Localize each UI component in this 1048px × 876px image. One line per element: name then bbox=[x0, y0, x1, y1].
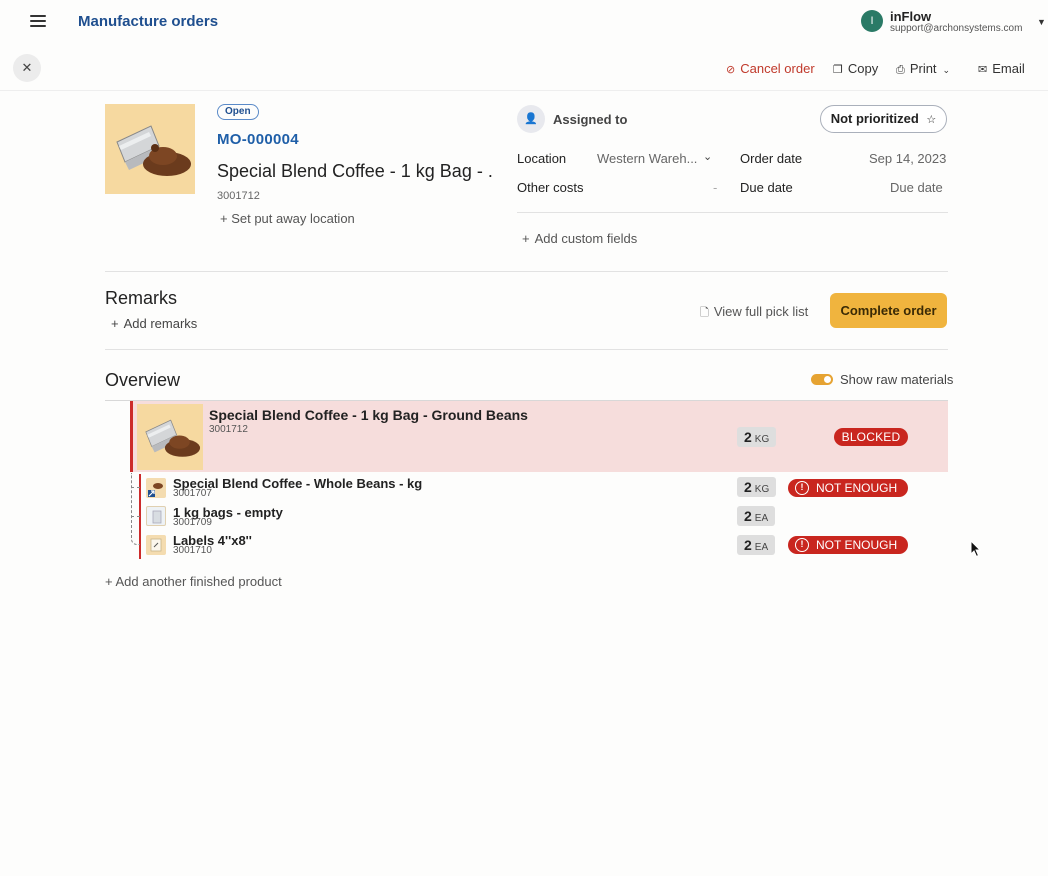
raw-material-image bbox=[146, 506, 166, 526]
product-image[interactable] bbox=[105, 104, 195, 194]
raw-material-sku: 3001707 bbox=[173, 488, 212, 499]
show-raw-materials-label[interactable]: Show raw materials bbox=[840, 372, 953, 387]
due-date-field[interactable]: Due date bbox=[890, 180, 943, 195]
print-button[interactable]: ⎙ Print ⌄ bbox=[896, 61, 950, 77]
add-remarks-label: Add remarks bbox=[123, 316, 198, 331]
quantity-value: 2 bbox=[744, 508, 752, 524]
finished-product-name[interactable]: Special Blend Coffee - 1 kg Bag - Ground… bbox=[209, 407, 528, 423]
copy-label: Copy bbox=[847, 61, 879, 76]
raw-material-sku: 3001710 bbox=[173, 545, 212, 556]
top-bar: Manufacture orders I inFlow support@arch… bbox=[0, 0, 1048, 44]
set-put-away-location-link[interactable]: + Set put away location bbox=[220, 211, 355, 226]
quantity-unit: KG bbox=[754, 434, 770, 445]
status-badge: Open bbox=[217, 104, 259, 120]
location-label: Location bbox=[517, 151, 567, 166]
quantity-value: 2 bbox=[744, 537, 752, 553]
account-name: inFlow bbox=[890, 9, 932, 24]
show-raw-materials-toggle[interactable] bbox=[811, 374, 833, 385]
raw-material-sku: 3001709 bbox=[173, 517, 212, 528]
copy-icon: ❐ bbox=[833, 64, 843, 76]
person-icon[interactable]: 👤 bbox=[517, 105, 545, 133]
plus-icon: + bbox=[111, 316, 119, 331]
add-remarks-button[interactable]: + Add remarks bbox=[111, 316, 197, 331]
order-date-field[interactable]: Sep 14, 2023 bbox=[869, 151, 946, 166]
view-pick-list-label: View full pick list bbox=[713, 304, 809, 319]
due-date-label: Due date bbox=[740, 180, 793, 195]
quantity-unit: EA bbox=[754, 542, 769, 553]
divider bbox=[0, 90, 1048, 91]
raw-material-quantity[interactable]: 2 EA bbox=[737, 535, 776, 555]
remarks-heading: Remarks bbox=[105, 288, 178, 308]
not-enough-label: NOT ENOUGH bbox=[816, 538, 898, 552]
mouse-cursor-icon bbox=[970, 540, 982, 558]
avatar: I bbox=[861, 10, 883, 32]
copy-button[interactable]: ❐ Copy bbox=[833, 61, 878, 76]
tree-connector bbox=[131, 473, 140, 545]
priority-button[interactable]: Not prioritized ☆ bbox=[820, 105, 947, 133]
assigned-to-field[interactable]: Assigned to bbox=[553, 112, 627, 127]
chevron-down-icon[interactable]: ⌄ bbox=[703, 150, 712, 163]
finished-product-image bbox=[137, 404, 203, 470]
chevron-down-icon: ▼ bbox=[1037, 17, 1046, 27]
chevron-down-icon: ⌄ bbox=[942, 65, 951, 75]
printer-icon: ⎙ bbox=[896, 64, 905, 76]
blocked-status-badge: BLOCKED bbox=[834, 428, 908, 446]
quantity-unit: EA bbox=[754, 513, 769, 524]
add-finished-product-link[interactable]: + Add another finished product bbox=[105, 574, 282, 589]
location-select[interactable]: Western Wareh... bbox=[597, 151, 697, 166]
divider bbox=[517, 212, 948, 213]
document-icon: 🗋 bbox=[700, 307, 709, 319]
raw-material-quantity[interactable]: 2 EA bbox=[737, 506, 776, 526]
not-enough-label: NOT ENOUGH bbox=[816, 481, 898, 495]
close-button[interactable]: ✕ bbox=[13, 54, 41, 82]
view-pick-list-button[interactable]: 🗋 View full pick list bbox=[700, 304, 808, 323]
complete-order-button[interactable]: Complete order bbox=[830, 293, 947, 328]
add-custom-fields-button[interactable]: + Add custom fields bbox=[522, 231, 637, 246]
priority-label: Not prioritized bbox=[830, 111, 919, 126]
quantity-value: 2 bbox=[744, 479, 752, 495]
raw-material-quantity[interactable]: 2 KG bbox=[737, 477, 777, 497]
not-enough-status-badge: ! NOT ENOUGH bbox=[788, 479, 908, 497]
cancel-order-label: Cancel order bbox=[740, 61, 815, 76]
tree-connector bbox=[131, 487, 140, 488]
order-number: MO-000004 bbox=[217, 131, 299, 148]
star-icon: ☆ bbox=[926, 114, 937, 126]
order-date-label: Order date bbox=[740, 151, 803, 166]
other-costs-field[interactable]: - bbox=[713, 180, 717, 195]
email-label: Email bbox=[992, 61, 1025, 76]
menu-icon[interactable] bbox=[30, 15, 46, 27]
finished-product-sku: 3001712 bbox=[209, 424, 248, 435]
tree-connector bbox=[131, 516, 140, 517]
email-button[interactable]: ✉ Email bbox=[978, 61, 1025, 76]
warning-icon: ! bbox=[795, 481, 809, 495]
other-costs-label: Other costs bbox=[517, 180, 584, 195]
page-title: Manufacture orders bbox=[78, 13, 219, 30]
product-sku: 3001712 bbox=[217, 190, 260, 202]
envelope-icon: ✉ bbox=[978, 64, 988, 76]
add-custom-fields-label: Add custom fields bbox=[534, 231, 638, 246]
raw-material-image bbox=[146, 478, 166, 498]
finished-product-quantity[interactable]: 2 KG bbox=[737, 427, 777, 447]
plus-icon: + bbox=[522, 231, 530, 246]
divider bbox=[105, 271, 948, 272]
warning-icon: ! bbox=[795, 538, 809, 552]
quantity-unit: KG bbox=[754, 484, 770, 495]
account-email: support@archonsystems.com bbox=[890, 23, 1023, 34]
raw-material-image bbox=[146, 535, 166, 555]
cancel-icon: ⊘ bbox=[726, 64, 736, 76]
divider bbox=[105, 349, 948, 350]
print-label: Print bbox=[909, 61, 937, 76]
overview-heading: Overview bbox=[105, 370, 181, 390]
product-name[interactable]: Special Blend Coffee - 1 kg Bag - ... bbox=[217, 161, 492, 182]
cancel-order-button[interactable]: ⊘ Cancel order bbox=[726, 61, 815, 76]
quantity-value: 2 bbox=[744, 429, 752, 445]
not-enough-status-badge: ! NOT ENOUGH bbox=[788, 536, 908, 554]
